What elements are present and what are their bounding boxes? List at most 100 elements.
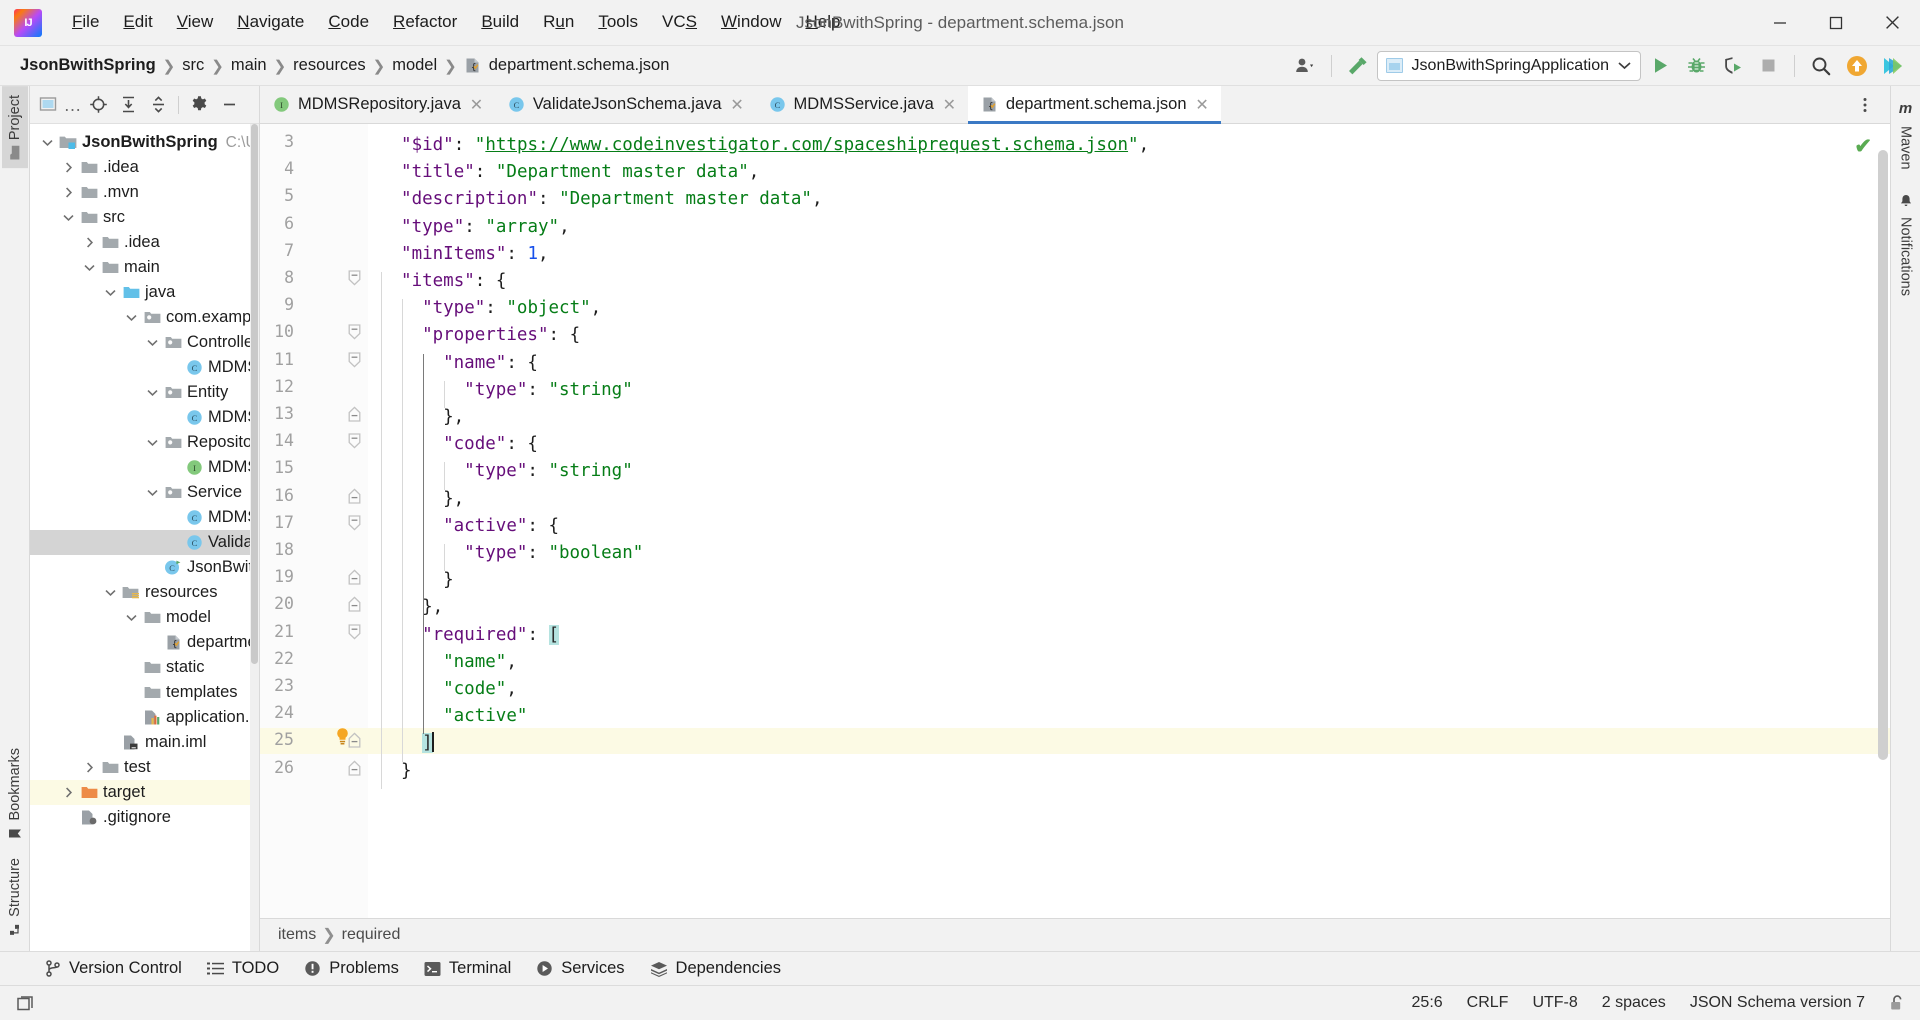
code-editor[interactable]: 3456789101112131415161718192021222324252… [260, 124, 1890, 918]
sidebar-item-structure[interactable]: Structure [2, 849, 28, 945]
breadcrumb-item-src[interactable]: src [176, 54, 210, 77]
file-encoding[interactable]: UTF-8 [1532, 994, 1577, 1012]
sidebar-item-notifications[interactable]: Notifications [1893, 188, 1919, 302]
editor-tab-mdmsrepository-java[interactable]: IMDMSRepository.java✕ [260, 86, 495, 123]
project-tree[interactable]: JsonBwithSpringC:\Users.idea.mvnsrc.idea… [30, 124, 259, 951]
menu-item-window[interactable]: Window [709, 8, 793, 36]
line-separator[interactable]: CRLF [1467, 994, 1509, 1012]
breadcrumb-item-model[interactable]: model [386, 54, 443, 77]
fold-collapse-icon[interactable] [346, 510, 362, 536]
close-icon[interactable]: ✕ [469, 95, 484, 115]
tree-node-repository[interactable]: Repository [30, 430, 259, 455]
menu-item-help[interactable]: Help [793, 8, 852, 36]
chevron-down-icon[interactable] [122, 605, 141, 630]
no-errors-check-icon[interactable]: ✔ [1854, 134, 1872, 159]
tree-node-application-pr[interactable]: application.pr [30, 705, 259, 730]
user-avatar-icon[interactable] [1288, 51, 1322, 81]
minimize-icon[interactable] [1752, 0, 1808, 46]
tree-node-resources[interactable]: resources [30, 580, 259, 605]
fold-collapse-icon[interactable] [346, 428, 362, 454]
menu-item-file[interactable]: File [60, 8, 111, 36]
run-configuration-selector[interactable]: JsonBwithSpringApplication [1377, 51, 1641, 81]
tree-node-test[interactable]: test [30, 755, 259, 780]
stop-icon[interactable] [1751, 51, 1785, 81]
tree-node-jsonbwithspring[interactable]: JsonBwithSpringC:\Users [30, 130, 259, 155]
build-hammer-icon[interactable] [1341, 51, 1375, 81]
bottom-toolwindow-terminal[interactable]: Terminal [413, 955, 522, 982]
maximize-icon[interactable] [1808, 0, 1864, 46]
editor-scrollbar[interactable] [1876, 124, 1890, 918]
fold-collapse-icon[interactable] [346, 619, 362, 645]
editor-breadcrumb-item-items[interactable]: items [272, 926, 322, 944]
sidebar-item-project[interactable]: Project [2, 86, 28, 168]
tree-node-mdms[interactable]: CMDMS [30, 505, 259, 530]
bottom-toolwindow-todo[interactable]: TODO [196, 955, 290, 982]
unlocked-icon[interactable] [1889, 994, 1906, 1012]
indent-setting[interactable]: 2 spaces [1602, 994, 1666, 1012]
chevron-down-icon[interactable] [1618, 61, 1631, 70]
chevron-down-icon[interactable] [101, 280, 120, 305]
bottom-toolwindow-dependencies[interactable]: Dependencies [639, 955, 793, 982]
search-everywhere-icon[interactable] [1804, 51, 1838, 81]
chevron-down-icon[interactable] [59, 205, 78, 230]
tree-node--idea[interactable]: .idea [30, 230, 259, 255]
project-tree-scrollbar-thumb[interactable] [251, 124, 258, 664]
tree-node-service[interactable]: Service [30, 480, 259, 505]
chevron-right-icon[interactable] [59, 780, 78, 805]
tree-node-mdms[interactable]: CMDMS [30, 405, 259, 430]
bottom-toolwindow-services[interactable]: Services [525, 955, 635, 982]
tree-node-com-example[interactable]: com.example [30, 305, 259, 330]
bottom-toolwindow-problems[interactable]: Problems [293, 955, 410, 982]
tree-node--mvn[interactable]: .mvn [30, 180, 259, 205]
tree-node-entity[interactable]: Entity [30, 380, 259, 405]
tree-node-java[interactable]: java [30, 280, 259, 305]
chevron-right-icon[interactable] [80, 755, 99, 780]
chevron-down-icon[interactable] [122, 305, 141, 330]
fold-end-icon[interactable] [346, 564, 362, 590]
hide-icon[interactable] [215, 91, 243, 119]
chevron-down-icon[interactable] [80, 255, 99, 280]
code-text-area[interactable]: "$id": "https://www.codeinvestigator.com… [368, 124, 1890, 918]
fold-collapse-icon[interactable] [346, 265, 362, 291]
tree-node--gitignore[interactable]: .gitignore [30, 805, 259, 830]
close-icon[interactable]: ✕ [730, 95, 745, 115]
tree-node-main-iml[interactable]: main.iml [30, 730, 259, 755]
tree-node-departme[interactable]: {departme [30, 630, 259, 655]
menu-item-tools[interactable]: Tools [586, 8, 650, 36]
tree-node-validat[interactable]: CValidat [30, 530, 259, 555]
menu-item-run[interactable]: Run [531, 8, 586, 36]
fold-end-icon[interactable] [346, 755, 362, 781]
expand-all-icon[interactable] [114, 91, 142, 119]
show-toolwindow-bars-icon[interactable] [10, 988, 40, 1018]
update-project-icon[interactable] [1840, 51, 1874, 81]
editor-scrollbar-thumb[interactable] [1878, 150, 1888, 760]
project-view-selector-icon[interactable] [34, 91, 62, 119]
run-with-coverage-icon[interactable] [1715, 51, 1749, 81]
breadcrumb-item-resources[interactable]: resources [287, 54, 371, 77]
chevron-down-icon[interactable] [143, 430, 162, 455]
breadcrumb-item-jsonbwithspring[interactable]: JsonBwithSpring [14, 54, 162, 77]
chevron-right-icon[interactable] [59, 180, 78, 205]
breadcrumb-item-department-schema-json[interactable]: {department.schema.json [458, 54, 676, 77]
tree-node-jsonbwith[interactable]: CJsonBwith [30, 555, 259, 580]
fold-end-icon[interactable] [346, 483, 362, 509]
tree-node-target[interactable]: target [30, 780, 259, 805]
json-schema-status[interactable]: JSON Schema version 7 [1690, 994, 1865, 1012]
menu-item-refactor[interactable]: Refactor [381, 8, 469, 36]
editor-gutter[interactable]: 3456789101112131415161718192021222324252… [260, 124, 368, 918]
json-url-link[interactable]: https://www.codeinvestigator.com/spacesh… [485, 135, 1128, 155]
caret-position[interactable]: 25:6 [1412, 994, 1443, 1012]
close-icon[interactable] [1864, 0, 1920, 46]
bottom-toolwindow-version-control[interactable]: Version Control [34, 955, 193, 982]
tree-node-mdms[interactable]: CMDMS [30, 355, 259, 380]
sidebar-item-bookmarks[interactable]: Bookmarks [2, 739, 28, 850]
scroll-from-source-icon[interactable] [84, 91, 112, 119]
chevron-down-icon[interactable] [38, 130, 57, 155]
fold-collapse-icon[interactable] [346, 319, 362, 345]
chevron-down-icon[interactable] [143, 480, 162, 505]
chevron-down-icon[interactable] [143, 330, 162, 355]
menu-item-navigate[interactable]: Navigate [225, 8, 316, 36]
chevron-right-icon[interactable] [59, 155, 78, 180]
fold-collapse-icon[interactable] [346, 347, 362, 373]
editor-breadcrumb-item-required[interactable]: required [336, 926, 407, 944]
